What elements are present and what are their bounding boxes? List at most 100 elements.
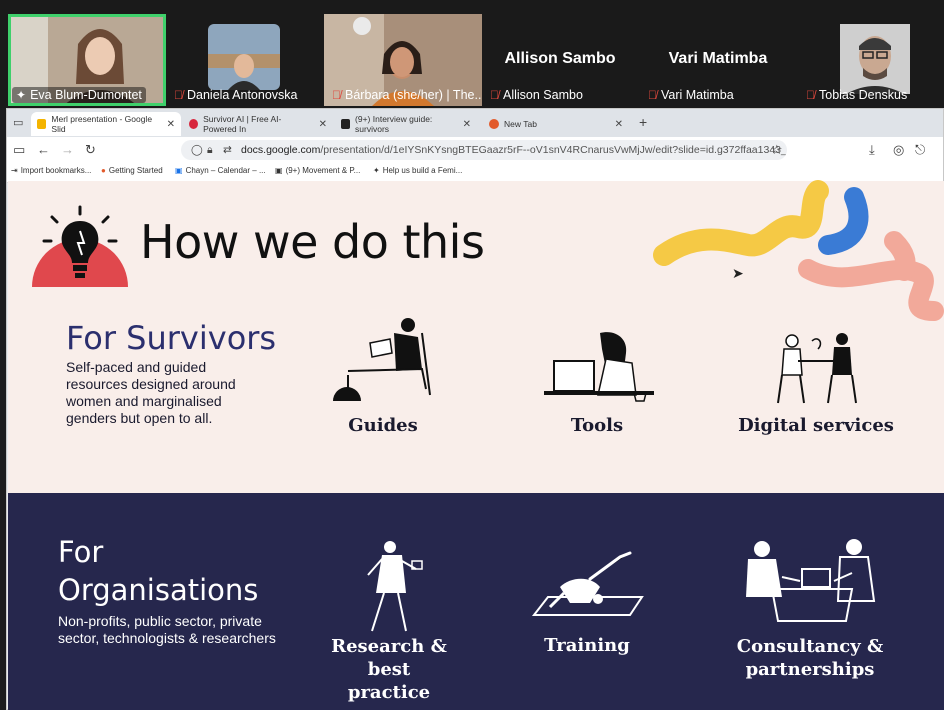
bookmark-chayn-calendar[interactable]: ▣ Chayn – Calendar – ... [175, 166, 266, 175]
participant-tile-tobias[interactable]: 🎙̸ Tobias Denskus [798, 14, 944, 106]
close-tab-icon[interactable]: ✕ [167, 119, 175, 130]
digital-services-label: Digital services [738, 415, 894, 436]
participant-label: ✦ Eva Blum-Dumontet [12, 87, 146, 103]
calendar-icon: ▣ [175, 166, 183, 175]
mic-muted-icon: 🎙̸ [174, 88, 183, 102]
participant-name: Tobias Denskus [819, 88, 908, 102]
guides-label: Guides [348, 415, 418, 436]
organisations-heading-line1: For [58, 535, 104, 569]
tab-label: (9+) Interview guide: survivors [355, 114, 433, 134]
participant-name: Vari Matimba [661, 88, 734, 102]
tab-label: Merl presentation - Google Slid [51, 114, 153, 134]
back-icon[interactable]: ← [37, 142, 50, 157]
participant-label: 🎙̸ Daniela Antonovska [170, 87, 302, 103]
address-bar[interactable]: ◯ 🔒︎ ⇄ docs.google.com/presentation/d/1e… [181, 140, 787, 160]
forward-icon[interactable]: → [61, 142, 74, 157]
participant-label: 🎙̸ Vari Matimba [644, 87, 738, 103]
survivors-heading: For Survivors [66, 319, 277, 357]
close-tab-icon[interactable]: ✕ [463, 119, 471, 130]
bookmark-label: Getting Started [108, 166, 163, 175]
bookmarks-bar: ⇥ Import bookmarks... ● Getting Started ▣ C… [7, 163, 943, 183]
participant-display-name: Vari Matimba [668, 50, 768, 67]
tab-interview-guide[interactable]: (9+) Interview guide: survivors ✕ [335, 112, 477, 136]
organisations-description: Non-profits, public sector, private sect… [58, 613, 276, 646]
survivor-ai-favicon-icon [189, 119, 199, 129]
mic-muted-icon: 🎙̸ [806, 88, 815, 102]
participant-strip: ✦ Eva Blum-Dumontet 🎙̸ Daniela Antonovsk… [0, 0, 944, 108]
participant-tile-vari[interactable]: Vari Matimba 🎙̸ Vari Matimba [640, 14, 796, 106]
participant-tile-eva[interactable]: ✦ Eva Blum-Dumontet [8, 14, 166, 106]
notion-icon: ▣ [275, 166, 283, 175]
survivors-section: How we do this ➤ For Survivors Self-pace… [8, 180, 944, 493]
organisations-section: For Organisations Non-profits, public se… [8, 493, 944, 710]
bookmark-label: (9+) Movement & P... [285, 166, 361, 175]
participant-name: Allison Sambo [503, 88, 583, 102]
mouse-cursor-icon: ➤ [732, 265, 744, 281]
slide-canvas: How we do this ➤ For Survivors Self-pace… [8, 180, 944, 710]
bookmark-star-icon[interactable]: ☆ [771, 142, 783, 158]
participant-name: Bárbara (she/her) | The... [345, 88, 482, 102]
research-label: Research & best practice [331, 636, 447, 703]
import-icon: ⇥ [11, 166, 18, 175]
consultancy-laptop-meeting-illustration [746, 539, 876, 622]
bookmark-getting-started[interactable]: ● Getting Started [101, 166, 163, 175]
bookmark-movement[interactable]: ▣ (9+) Movement & P... [275, 166, 360, 175]
bookmark-feminist[interactable]: ✦ Help us build a Femi... [373, 166, 462, 175]
navigation-bar: ▭ ← → ↻ ◯ 🔒︎ ⇄ docs.google.com/presentat… [7, 137, 943, 163]
lock-icon: 🔒︎ [207, 144, 213, 156]
research-walking-illustration [367, 541, 423, 632]
firefox-icon: ● [101, 166, 106, 175]
decorative-squiggles [653, 180, 944, 321]
shield-icon: ◯ [191, 144, 203, 156]
permissions-icon: ⇄ [223, 144, 232, 156]
mic-muted-icon: 🎙̸ [332, 88, 341, 102]
slide-title: How we do this [140, 215, 485, 269]
sidebar-icon[interactable]: ▭ [13, 142, 25, 158]
tab-label: New Tab [504, 119, 537, 129]
organisations-heading-line2: Organisations [58, 573, 259, 607]
participant-name: Daniela Antonovska [187, 88, 298, 102]
extensions-icon[interactable]: ⎋ [915, 142, 925, 158]
new-tab-button[interactable]: + [639, 114, 647, 130]
participant-name: Eva Blum-Dumontet [30, 88, 142, 102]
training-yoga-illustration [531, 551, 644, 616]
close-tab-icon[interactable]: ✕ [319, 119, 327, 130]
bookmark-label: Import bookmarks... [20, 166, 92, 175]
slides-favicon-icon [37, 119, 47, 129]
participant-tile-allison[interactable]: Allison Sambo 🎙̸ Allison Sambo [482, 14, 638, 106]
bookmark-import[interactable]: ⇥ Import bookmarks... [11, 166, 91, 175]
mic-muted-icon: 🎙̸ [648, 88, 657, 102]
mic-muted-icon: 🎙̸ [490, 88, 499, 102]
close-tab-icon[interactable]: ✕ [615, 119, 623, 130]
participant-label: 🎙̸ Bárbara (she/her) | The... [328, 87, 482, 103]
bookmark-label: Help us build a Femi... [382, 166, 463, 175]
tools-label: Tools [570, 415, 624, 436]
survivors-description: Self-paced and guided resources designed… [66, 359, 236, 426]
training-label: Training [544, 635, 630, 656]
pin-icon: ✦ [16, 88, 27, 102]
reload-icon[interactable]: ↻ [85, 142, 96, 158]
downloads-icon[interactable]: ⤓ [869, 142, 875, 158]
bookmark-label: Chayn – Calendar – ... [185, 166, 266, 175]
participant-tile-barbara[interactable]: 🎙̸ Bárbara (she/her) | The... [324, 14, 482, 106]
participant-label: 🎙̸ Tobias Denskus [802, 87, 911, 103]
participant-label: 🎙̸ Allison Sambo [486, 87, 587, 103]
tab-survivor-ai[interactable]: Survivor AI | Free AI-Powered In ✕ [183, 112, 333, 136]
tab-merl-presentation[interactable]: Merl presentation - Google Slid ✕ [31, 112, 181, 136]
sparkle-icon: ✦ [373, 166, 380, 175]
notion-favicon-icon [341, 119, 351, 129]
lightbulb-logo-icon [32, 205, 128, 287]
participant-display-name: Allison Sambo [504, 50, 616, 67]
tab-label: Survivor AI | Free AI-Powered In [203, 114, 282, 134]
participant-tile-daniela[interactable]: 🎙̸ Daniela Antonovska [166, 14, 324, 106]
tools-laptop-illustration [544, 332, 654, 402]
url-path: /presentation/d/1eIYSnKYsngBTEGaazr5rF--… [320, 144, 787, 156]
guides-reading-illustration [333, 318, 431, 401]
tab-overview-icon[interactable]: ▭ [13, 116, 23, 129]
account-icon[interactable]: ◎ [893, 142, 904, 158]
tab-bar: ▭ Merl presentation - Google Slid ✕ Surv… [7, 109, 943, 137]
firefox-favicon-icon [489, 119, 499, 129]
url-domain: docs.google.com [241, 144, 321, 156]
tab-new-tab[interactable]: New Tab ✕ [483, 112, 629, 136]
consultancy-label: Consultancy & partnerships [736, 636, 884, 680]
